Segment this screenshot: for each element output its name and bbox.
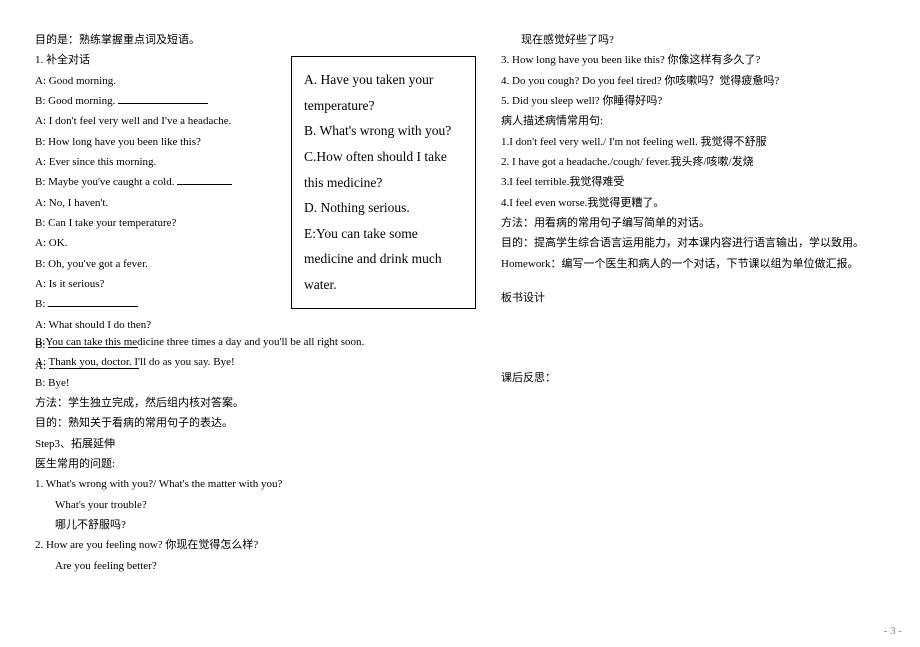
dialogue-text: B: xyxy=(35,298,45,310)
question-line: 1. What's wrong with you?/ What's the ma… xyxy=(35,474,475,494)
right-line: 1.I don't feel very well./ I'm not feeli… xyxy=(501,132,881,152)
dialogue-line: A: OK. xyxy=(35,233,285,253)
dialogue-line: B: How long have you been like this? xyxy=(35,132,285,152)
option-c: C.How often should I take this medicine? xyxy=(304,144,463,195)
dialogue-line: A: Thank you, doctor. I'll do as you say… xyxy=(35,352,475,372)
blank-field[interactable] xyxy=(177,174,232,185)
right-line: 现在感觉好些了吗? xyxy=(501,30,881,50)
option-a: A. Have you taken your temperature? xyxy=(304,67,463,118)
right-line: 2. I have got a headache./cough/ fever.我… xyxy=(501,152,881,172)
dialogue-line: A: Is it serious? xyxy=(35,274,285,294)
right-line: 4.I feel even worse.我觉得更糟了。 xyxy=(501,193,881,213)
dialogue-line: B: Oh, you've got a fever. xyxy=(35,254,285,274)
question-line: What's your trouble? xyxy=(35,495,475,515)
right-column: 现在感觉好些了吗? 3. How long have you been like… xyxy=(501,30,881,389)
right-line: 3.I feel terrible.我觉得难受 xyxy=(501,172,881,192)
right-line: 4. Do you cough? Do you feel tired? 你咳嗽吗… xyxy=(501,71,881,91)
lower-left-block: B:You can take this medicine three times… xyxy=(35,332,475,576)
purpose-line: 目的：熟知关于看病的常用句子的表达。 xyxy=(35,413,475,433)
dialogue-line: B: xyxy=(35,294,285,314)
option-b: B. What's wrong with you? xyxy=(304,118,463,144)
dialogue-line: A: I don't feel very well and I've a hea… xyxy=(35,111,285,131)
board-design-heading: 板书设计 xyxy=(501,288,881,308)
question-line: Are you feeling better? xyxy=(35,556,475,576)
question-line: 2. How are you feeling now? 你现在觉得怎么样? xyxy=(35,535,475,555)
subheading: 医生常用的问题: xyxy=(35,454,475,474)
dialogue-line: B: Maybe you've caught a cold. xyxy=(35,172,285,192)
right-line: 目的：提高学生综合语言运用能力，对本课内容进行语言输出，学以致用。 xyxy=(501,233,881,253)
method-line: 方法：学生独立完成，然后组内核对答案。 xyxy=(35,393,475,413)
page-number: - 3 - xyxy=(884,625,902,637)
dialogue-line: B: Good morning. xyxy=(35,91,285,111)
dialogue-text: B: Good morning. xyxy=(35,95,115,107)
right-line: 3. How long have you been like this? 你像这… xyxy=(501,50,881,70)
dialogue-line: A: Good morning. xyxy=(35,71,285,91)
dialogue-line: B: Bye! xyxy=(35,373,475,393)
dialogue-line: B:You can take this medicine three times… xyxy=(35,332,475,352)
right-line: 方法：用看病的常用句子编写简单的对话。 xyxy=(501,213,881,233)
purpose-line: 目的是：熟练掌握重点词及短语。 xyxy=(35,30,285,50)
question-line: 哪儿不舒服吗? xyxy=(35,515,475,535)
dialogue-line: B: Can I take your temperature? xyxy=(35,213,285,233)
right-line: Homework：编写一个医生和病人的一个对话，下节课以组为单位做汇报。 xyxy=(501,254,881,274)
reflection-heading: 课后反思： xyxy=(501,368,881,388)
right-line: 5. Did you sleep well? 你睡得好吗? xyxy=(501,91,881,111)
option-e: E:You can take some medicine and drink m… xyxy=(304,221,463,298)
blank-field[interactable] xyxy=(118,93,208,104)
dialogue-line: A: Ever since this morning. xyxy=(35,152,285,172)
step-heading: Step3、拓展延伸 xyxy=(35,434,475,454)
right-line: 病人描述病情常用句: xyxy=(501,111,881,131)
task-title: 1. 补全对话 xyxy=(35,50,285,70)
blank-field[interactable] xyxy=(48,296,138,307)
options-box: A. Have you taken your temperature? B. W… xyxy=(291,56,476,309)
option-d: D. Nothing serious. xyxy=(304,195,463,221)
dialogue-text: B: Maybe you've caught a cold. xyxy=(35,176,174,188)
dialogue-line: A: No, I haven't. xyxy=(35,193,285,213)
